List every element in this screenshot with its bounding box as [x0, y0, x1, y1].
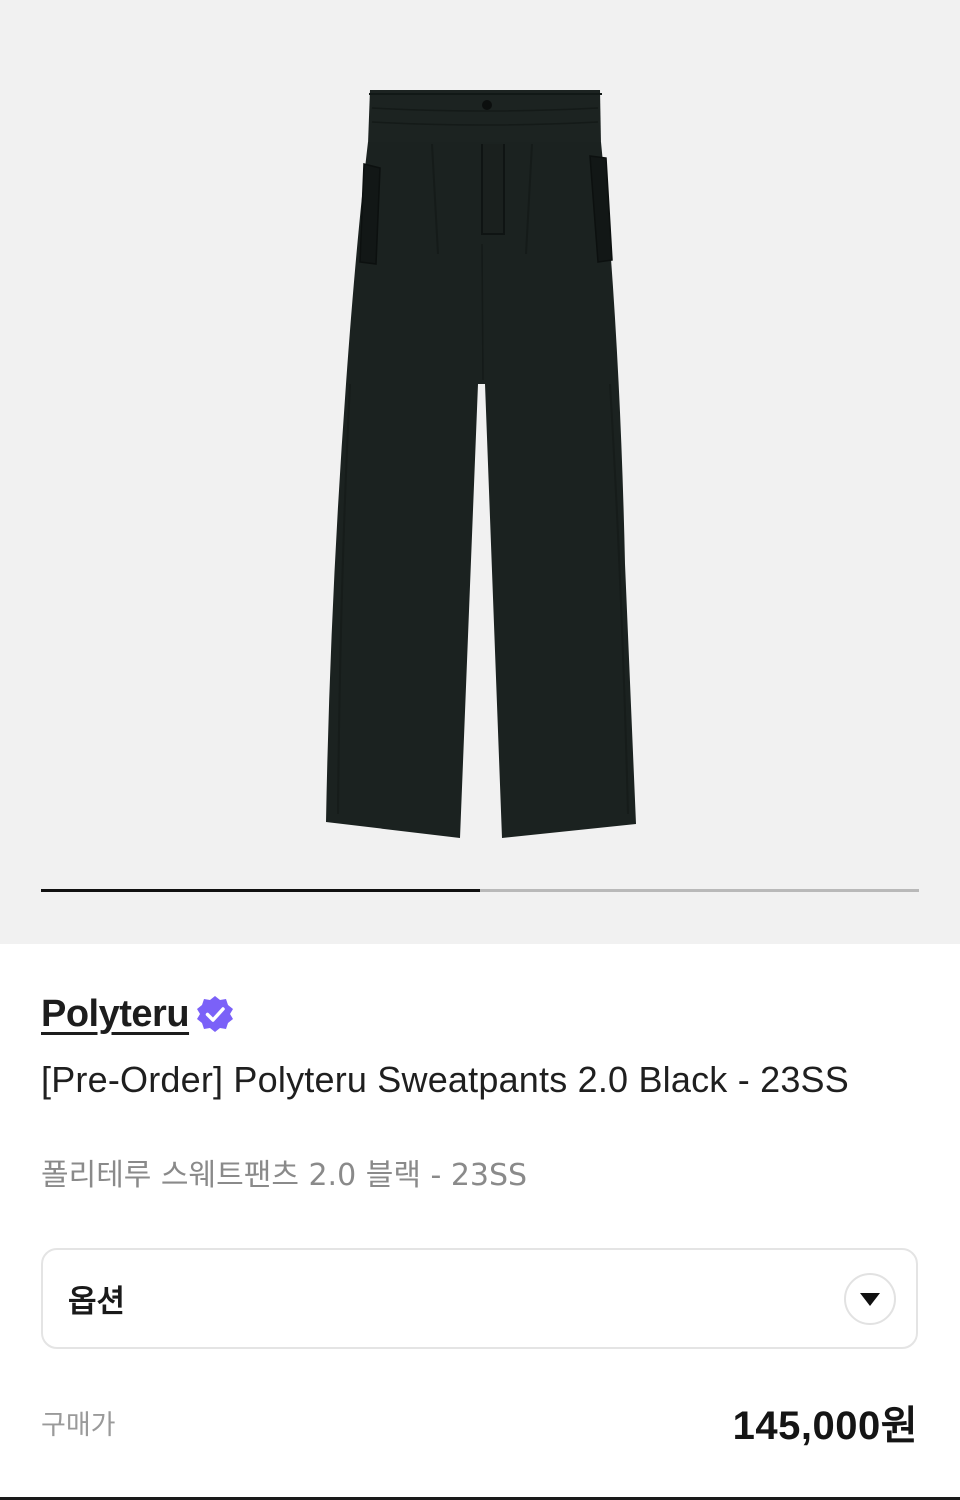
product-image-gallery[interactable]: [0, 0, 960, 944]
image-progress-fill: [41, 889, 480, 892]
image-progress-bar: [41, 889, 919, 892]
product-image[interactable]: [320, 84, 640, 844]
price-row: 구매가 145,000원: [41, 1394, 918, 1450]
option-label: 옵션: [68, 1284, 126, 1320]
triangle-down-icon: [860, 1292, 880, 1306]
price-label: 구매가: [41, 1409, 116, 1441]
verified-check-icon: [197, 996, 234, 1032]
product-subtitle: 폴리테루 스웨트팬츠 2.0 블랙 - 23SS: [41, 1158, 528, 1193]
product-title: [Pre-Order] Polyteru Sweatpants 2.0 Blac…: [41, 1059, 849, 1100]
dropdown-button[interactable]: [844, 1272, 896, 1325]
price-value: 145,000원: [732, 1404, 918, 1448]
option-select[interactable]: 옵션: [41, 1248, 918, 1349]
brand-row[interactable]: Polyteru: [41, 992, 235, 1036]
brand-name[interactable]: Polyteru: [41, 993, 190, 1036]
